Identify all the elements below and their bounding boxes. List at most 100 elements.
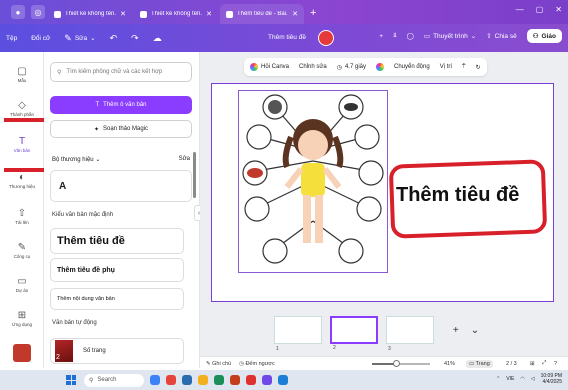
timer-button[interactable]: ◷ Đếm ngược [239,361,275,367]
page-thumbnail[interactable]: 1 [274,316,322,352]
minimize-button[interactable]: — [516,5,524,14]
save-status[interactable]: ☁ [153,33,162,44]
subheading-style-button[interactable]: Thêm tiêu đề phụ [50,258,184,282]
close-icon[interactable]: ✕ [292,10,298,18]
avatar[interactable] [318,30,334,46]
body-parts-illustration[interactable] [238,90,388,273]
page-numbers-label: Số trang [83,348,106,354]
fullscreen-icon[interactable]: ⤢ [542,360,546,367]
undo-button[interactable]: ↶ [110,33,118,44]
edge-icon[interactable] [150,375,160,385]
edit-image-button[interactable]: Chỉnh sửa [299,64,327,70]
page-thumbnail[interactable]: 3 [386,316,434,352]
zoom-slider-knob[interactable] [392,360,400,367]
body-style-button[interactable]: Thêm nội dung văn bản [50,288,184,310]
edit-label: Sửa [74,34,88,42]
close-icon[interactable]: ✕ [120,10,126,18]
chrome-icon[interactable] [166,375,176,385]
browser-tab-2[interactable]: Thiết kế không tên... ✕ [134,4,218,24]
share-button[interactable]: ⇧ Chia sẻ [486,32,517,41]
color-button[interactable] [375,63,384,71]
youtube-icon[interactable] [246,375,256,385]
refresh-button[interactable]: ↻ [476,64,481,71]
file-menu[interactable]: Tệp [6,35,17,42]
browser-tab-1[interactable]: Thiết kế không tên... ✕ [48,4,132,24]
brand-kit-label: Bộ thương hiệu [52,157,94,163]
zoom-slider[interactable] [372,360,430,367]
volume-icon[interactable]: ◁ [531,376,535,382]
word-icon[interactable] [182,375,192,385]
magic-write-button[interactable]: ✦ Soạn thảo Magic [50,120,192,138]
ask-canva-label: Hỏi Canva [261,64,290,70]
windows-start-icon[interactable] [66,375,76,385]
chevron-down-icon[interactable]: ⌄ [471,325,479,336]
new-tab-button[interactable]: + [310,7,316,19]
excel-icon[interactable] [214,375,224,385]
grid-view-icon[interactable]: ⊞ [530,361,535,367]
rail-item-recent[interactable] [0,344,44,362]
ask-canva-button[interactable]: Hỏi Canva [250,63,289,71]
brand-font-sample[interactable]: A [50,170,192,202]
redo-button[interactable]: ↷ [131,33,139,44]
notes-button[interactable]: ✎ Ghi chú [206,361,231,367]
add-text-box-button[interactable]: T Thêm ô văn bản [50,96,192,114]
editor-toolbar: Tệp Đổi cỡ ✎ Sửa ⌄ ↶ ↷ ☁ Thêm tiêu đề + … [0,24,568,52]
brand-kit-dropdown[interactable]: Bộ thương hiệu ⌄ [52,156,100,163]
add-collaborator-button[interactable]: + [379,33,383,40]
resize-menu[interactable]: Đổi cỡ [31,35,50,42]
canva-icon[interactable] [262,375,272,385]
rail-item-brand[interactable]: ◐ Thương hiệu [0,170,44,190]
rail-item-projects[interactable]: ▭ Dự án [0,274,44,294]
clock[interactable]: 10:09 PM 4/4/2025 [541,373,562,385]
add-page-button[interactable]: + [453,325,459,336]
page-numbers-button[interactable]: 2 Số trang [50,338,184,364]
taskbar-search[interactable]: ⚲ Search [84,373,144,387]
default-styles-heading: Kiểu văn bản mặc định [52,212,114,218]
folder-icon[interactable] [198,375,208,385]
comment-button[interactable]: ◯ [407,32,414,40]
present-button[interactable]: ▭ Thuyết trình ⌄ [424,32,476,41]
close-icon[interactable]: ✕ [206,10,212,18]
heading-style-button[interactable]: Thêm tiêu đề [50,228,184,254]
upload-icon: ⇧ [17,207,27,219]
wifi-icon[interactable]: ◠ [520,376,524,382]
resize-label: Đổi cỡ [31,34,51,42]
page-thumbnail[interactable]: 2 [330,316,378,351]
duration-button[interactable]: ◷ 4.7 giây [337,64,366,71]
help-icon[interactable]: ? [554,361,557,367]
pages-view-button[interactable]: ▭ Trang [466,359,493,368]
profile-icon[interactable]: ● [11,5,25,19]
rail-label: Tải lên [15,220,29,225]
insights-button[interactable]: ⫫ [393,32,397,40]
chevron-down-icon: ⌄ [90,35,96,42]
zalo-icon[interactable] [278,375,288,385]
maximize-button[interactable]: ▢ [536,5,544,14]
position-button[interactable]: Vị trí [440,64,452,70]
powerpoint-icon[interactable] [230,375,240,385]
rail-item-templates[interactable]: ▢ Mẫu [0,64,44,84]
panel-scrollbar[interactable] [193,152,196,198]
rail-item-uploads[interactable]: ⇧ Tải lên [0,206,44,226]
close-window-button[interactable]: ✕ [555,5,562,14]
paint-format-button[interactable]: ⍑ [462,64,466,71]
tab-actions-icon[interactable]: ◎ [31,5,45,19]
clock-date: 4/4/2025 [542,379,562,385]
zoom-value[interactable]: 41% [444,361,455,367]
browser-tab-3[interactable]: Thêm tiêu đề - Bài... ✕ [220,4,304,24]
font-search-input[interactable]: ⚲ Tìm kiếm phông chữ và các kết hợp [50,62,192,82]
rail-item-apps[interactable]: ⊞ Ứng dụng [0,308,44,328]
chevron-up-icon[interactable]: ⌃ [496,376,500,382]
rail-item-tools[interactable]: ✎ Công cụ [0,240,44,260]
education-icon: ⚇ [532,33,539,40]
language-indicator[interactable]: VIE [506,376,514,382]
text-panel: ⚲ Tìm kiếm phông chữ và các kết hợp T Th… [44,52,200,368]
brand-kit-edit-link[interactable]: Sửa [179,156,190,163]
rail-item-elements[interactable]: ◇ Thành phần [0,98,44,118]
animate-button[interactable]: Chuyển động [394,64,430,70]
education-button[interactable]: ⚇ Giáo [526,29,562,43]
edit-menu[interactable]: ✎ Sửa ⌄ [64,33,95,44]
template-icon: ▢ [17,65,27,77]
document-title[interactable]: Thêm tiêu đề [268,34,306,41]
brand-kit-row: Bộ thương hiệu ⌄ Sửa [52,156,190,163]
slide-canvas[interactable]: Thêm tiêu đề [211,83,554,302]
